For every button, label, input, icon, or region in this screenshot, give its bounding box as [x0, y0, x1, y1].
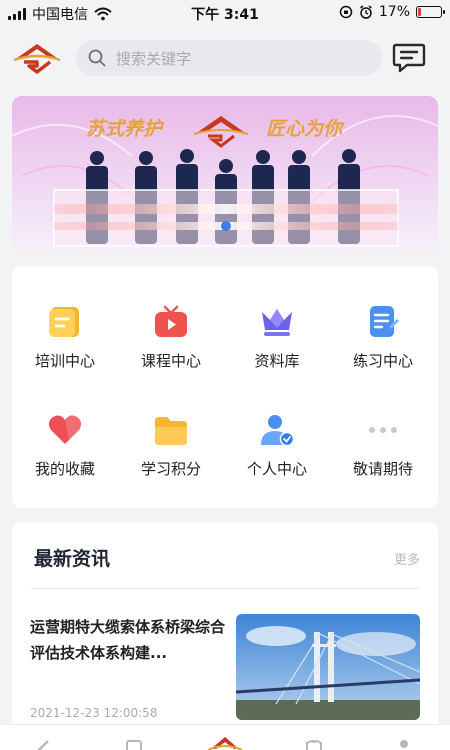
search-placeholder: 搜索关键字 [116, 49, 192, 68]
battery-level [418, 8, 421, 16]
heart-favorite-icon [48, 415, 82, 444]
article-date: 2021-12-23 12:00:58 [30, 706, 158, 720]
user-profile-icon [261, 415, 295, 447]
training-doc-icon [49, 307, 79, 337]
feature-label: 个人中心 [246, 460, 307, 478]
folder-points-icon [155, 417, 187, 445]
message-icon[interactable] [392, 42, 426, 74]
feature-label: 课程中心 [140, 352, 201, 370]
feature-training-center[interactable]: 培训中心 [12, 288, 118, 388]
battery-percent: 17% [378, 4, 410, 20]
tab-pen-icon[interactable] [34, 735, 54, 750]
divider [30, 588, 420, 589]
search-input[interactable]: 搜索关键字 [76, 40, 382, 76]
feature-study-points[interactable]: 学习积分 [118, 396, 224, 496]
banner-carousel[interactable]: 苏式养护 匠心为你 [12, 96, 438, 252]
feature-grid: 培训中心 课程中心 资料库 练习中心 我的收藏 学习积分 个人中心 敬请期待 [12, 266, 438, 508]
banner-slogan-right: 匠心为你 [266, 118, 343, 140]
feature-label: 学习积分 [140, 460, 201, 478]
status-bar: 中国电信 下午 3:41 17% [0, 0, 450, 24]
feature-label: 培训中心 [34, 352, 95, 370]
feature-exercise-center[interactable]: 练习中心 [330, 288, 436, 388]
video-course-icon [155, 305, 187, 337]
orientation-lock-icon [339, 5, 353, 19]
news-more-link[interactable]: 更多 [394, 549, 420, 568]
news-title: 最新资讯 [34, 548, 111, 570]
feature-label: 练习中心 [352, 352, 413, 370]
feature-personal-center[interactable]: 个人中心 [224, 396, 330, 496]
article-title: 运营期特大缆索体系桥梁综合评估技术体系构建... [30, 618, 226, 662]
tab-book-icon[interactable] [124, 735, 144, 750]
feature-label: 资料库 [254, 352, 300, 370]
bottom-tab-bar [0, 724, 450, 750]
exercise-doc-icon [370, 306, 399, 337]
crown-library-icon [262, 309, 292, 336]
tab-library-icon[interactable] [304, 735, 324, 750]
battery-icon [416, 6, 445, 18]
feature-label: 敬请期待 [352, 460, 413, 478]
article-thumbnail [236, 614, 420, 720]
feature-library[interactable]: 资料库 [224, 288, 330, 388]
feature-my-favorites[interactable]: 我的收藏 [12, 396, 118, 496]
tab-home-logo-icon[interactable] [205, 729, 245, 750]
search-icon [88, 49, 106, 67]
alarm-icon [359, 5, 372, 19]
news-section: 最新资讯 更多 运营期特大缆索体系桥梁综合评估技术体系构建... 2021-12… [12, 522, 438, 750]
more-dots-icon [369, 427, 397, 433]
feature-label: 我的收藏 [34, 460, 95, 478]
feature-course-center[interactable]: 课程中心 [118, 288, 224, 388]
banner-slogan-left: 苏式养护 [86, 118, 163, 140]
brand-logo-icon[interactable] [12, 40, 62, 76]
header: 搜索关键字 [0, 36, 450, 82]
banner-image [12, 96, 438, 252]
tab-profile-icon[interactable] [394, 735, 414, 750]
feature-coming-soon[interactable]: 敬请期待 [330, 396, 436, 496]
